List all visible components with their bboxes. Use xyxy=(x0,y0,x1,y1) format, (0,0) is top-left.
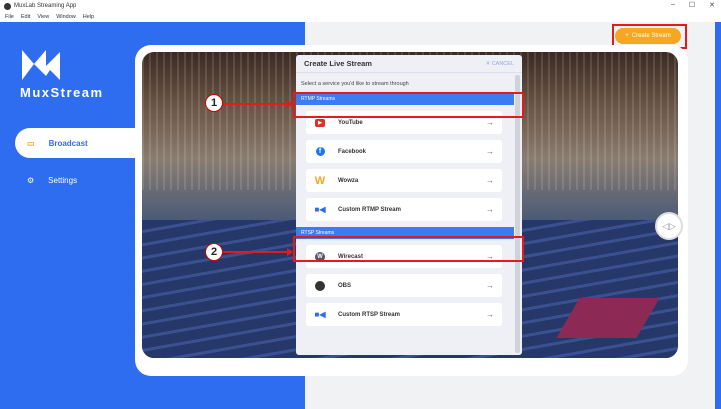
annotation-arrow-1 xyxy=(223,100,293,108)
arrow-right-icon: → xyxy=(486,147,494,156)
maximize-button[interactable]: ☐ xyxy=(689,1,695,9)
gear-icon: ⚙ xyxy=(27,175,35,185)
pan-control-button[interactable]: ◁▷ xyxy=(655,212,683,240)
cancel-label: CANCEL xyxy=(491,60,514,67)
close-button[interactable]: ✕ xyxy=(709,1,715,9)
menu-view[interactable]: View xyxy=(37,14,49,20)
window-title: MuxLab Streaming App xyxy=(14,3,77,9)
app-icon xyxy=(4,2,11,10)
menu-edit[interactable]: Edit xyxy=(21,14,30,20)
obs-icon xyxy=(310,280,330,291)
logo-icon xyxy=(22,50,60,80)
service-custom-rtmp[interactable]: ■◀ Custom RTMP Stream → xyxy=(306,198,502,221)
service-facebook[interactable]: f Facebook → xyxy=(306,140,502,163)
logo: MuxStream xyxy=(20,46,104,100)
cancel-button[interactable]: ✕ CANCEL xyxy=(486,61,514,67)
app-body: MuxStream ▭ Broadcast ⚙ Settings + Creat… xyxy=(0,22,721,409)
service-label: OBS xyxy=(338,282,352,289)
annotation-marker-2: 2 xyxy=(205,243,223,261)
service-label: Wowza xyxy=(338,177,359,184)
arrow-right-icon: → xyxy=(486,205,494,214)
annotation-marker-1: 1 xyxy=(205,94,223,112)
right-edge xyxy=(715,22,721,409)
video-camera-icon: ■◀ xyxy=(314,310,326,319)
video-camera-icon: ■◀ xyxy=(314,205,326,214)
service-custom-rtsp[interactable]: ■◀ Custom RTSP Stream → xyxy=(306,303,502,326)
service-obs[interactable]: OBS → xyxy=(306,274,502,297)
menu-bar: File Edit View Window Help xyxy=(0,12,721,22)
camera-icon: ▭ xyxy=(27,138,35,148)
facebook-icon: f xyxy=(310,147,330,156)
service-wowza[interactable]: W Wowza → xyxy=(306,169,502,192)
modal-title: Create Live Stream xyxy=(304,59,372,68)
sidebar-item-label: Broadcast xyxy=(48,138,88,148)
arrow-right-icon: → xyxy=(486,118,494,127)
modal-subtitle: Select a service you'd like to stream th… xyxy=(301,81,409,87)
arrow-right-icon: → xyxy=(486,176,494,185)
service-label: Facebook xyxy=(338,148,367,155)
minimize-button[interactable]: – xyxy=(671,1,675,9)
arrow-right-icon: → xyxy=(486,310,494,319)
annotation-highlight-rtsp xyxy=(293,236,524,262)
sidebar-item-settings[interactable]: ⚙ Settings xyxy=(15,165,140,195)
menu-help[interactable]: Help xyxy=(83,14,94,20)
menu-window[interactable]: Window xyxy=(56,14,76,20)
arrow-right-icon: → xyxy=(486,281,494,290)
youtube-icon: ▶ xyxy=(310,118,330,127)
brand-name: MuxStream xyxy=(20,85,104,100)
service-label: YouTube xyxy=(338,119,363,126)
service-label: Custom RTSP Stream xyxy=(338,311,400,318)
menu-file[interactable]: File xyxy=(5,14,14,20)
sidebar-item-broadcast[interactable]: ▭ Broadcast xyxy=(15,128,140,158)
annotation-highlight-rtmp xyxy=(293,92,524,118)
annotation-arrow-2 xyxy=(223,248,293,256)
sidebar-item-label: Settings xyxy=(48,175,78,185)
service-label: Custom RTMP Stream xyxy=(338,206,401,213)
wowza-icon: W xyxy=(314,174,326,187)
title-bar: MuxLab Streaming App – ☐ ✕ xyxy=(0,0,721,12)
